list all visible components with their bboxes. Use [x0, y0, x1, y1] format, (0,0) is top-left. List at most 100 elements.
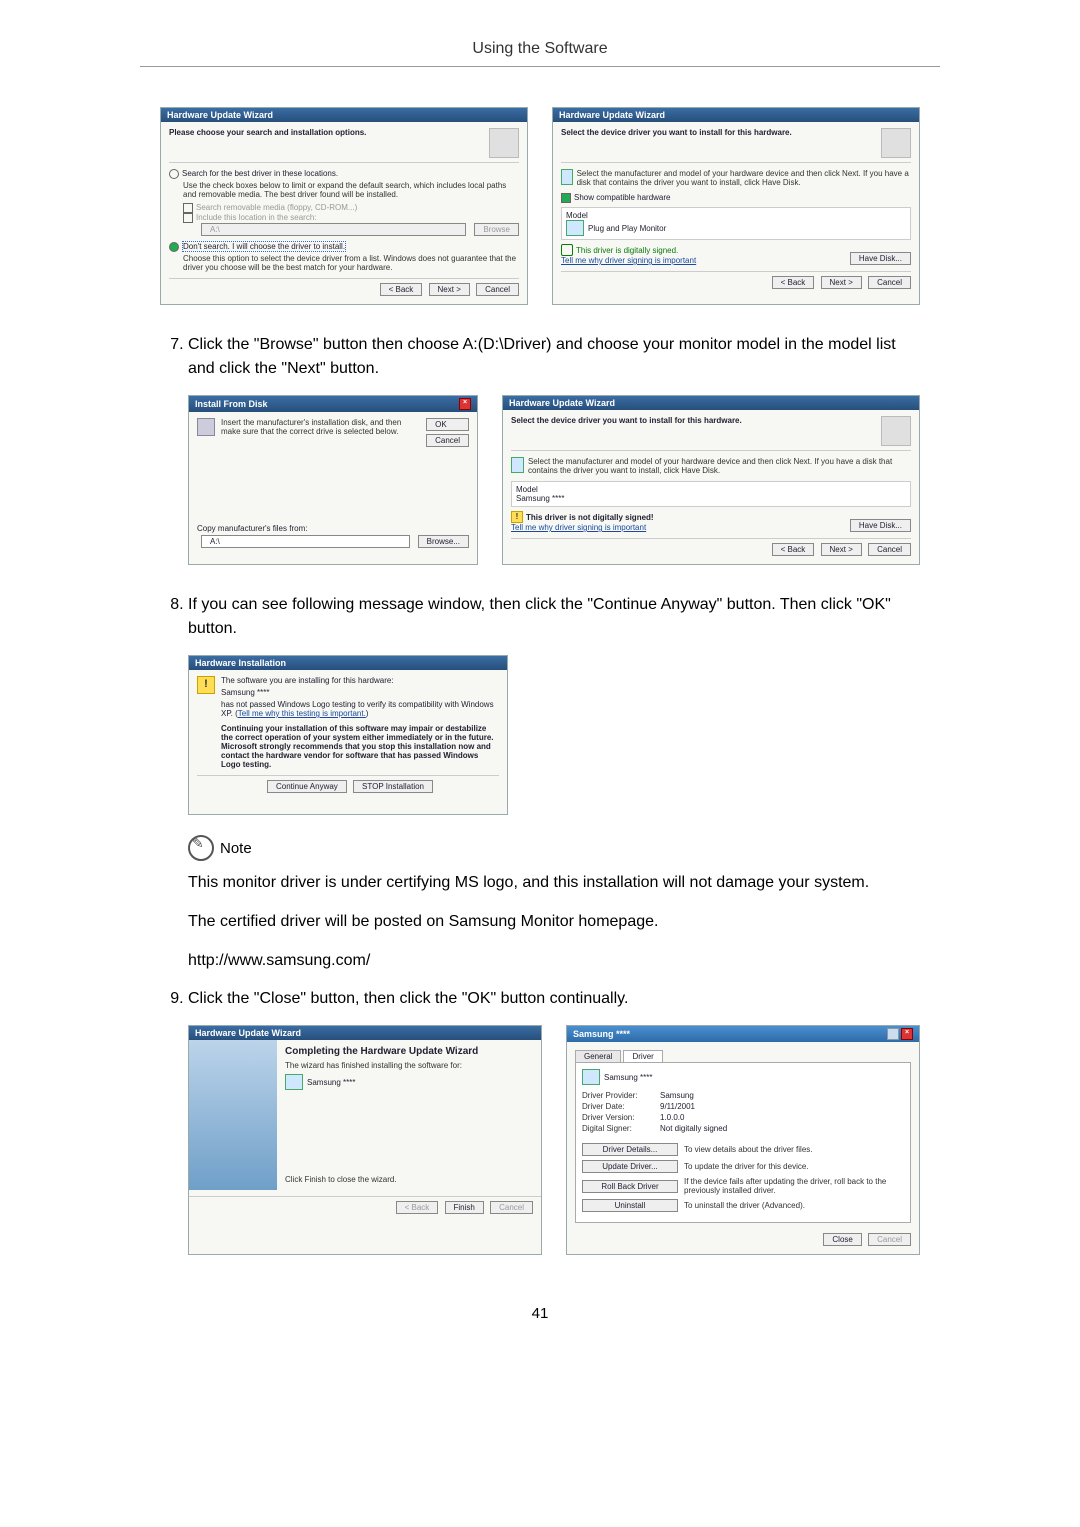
window-title: Hardware Update Wizard	[195, 1028, 301, 1038]
testing-important-link[interactable]: Tell me why this testing is important.	[238, 709, 366, 718]
window-title: Hardware Installation	[195, 658, 286, 668]
back-button[interactable]: < Back	[772, 276, 815, 289]
version-key: Driver Version:	[582, 1113, 660, 1122]
continue-anyway-button[interactable]: Continue Anyway	[267, 780, 347, 793]
wizard-banner	[189, 1040, 277, 1190]
cancel-button: Cancel	[490, 1201, 533, 1214]
hardware-installation-dialog: Hardware Installation ! The software you…	[188, 655, 508, 815]
wizard-search-options: Hardware Update Wizard Please choose you…	[160, 107, 528, 305]
help-icon[interactable]	[887, 1028, 899, 1040]
wizard-desc: The wizard has finished installing the s…	[285, 1061, 533, 1070]
radio-search-best[interactable]	[169, 169, 179, 179]
window-title: Hardware Update Wizard	[167, 110, 273, 120]
close-icon[interactable]: ×	[459, 398, 471, 410]
update-driver-button[interactable]: Update Driver...	[582, 1160, 678, 1173]
model-value[interactable]: Samsung ****	[516, 494, 906, 503]
browse-button[interactable]: Browse...	[418, 535, 469, 548]
dialog-desc: Insert the manufacturer's installation d…	[221, 418, 416, 447]
titlebar: Hardware Update Wizard	[189, 1026, 541, 1040]
tab-general[interactable]: General	[575, 1050, 621, 1062]
radio-label: Don't search. I will choose the driver t…	[182, 241, 346, 252]
model-header: Model	[566, 211, 906, 220]
hwinst-line3b: )	[366, 709, 369, 718]
ok-button[interactable]: OK	[426, 418, 469, 431]
check-label: Search removable media (floppy, CD-ROM..…	[196, 203, 357, 212]
step-9: Click the "Close" button, then click the…	[188, 987, 920, 1011]
header-rule	[140, 66, 940, 67]
step-8: If you can see following message window,…	[188, 593, 920, 641]
back-button[interactable]: < Back	[772, 543, 815, 556]
rollback-driver-button[interactable]: Roll Back Driver	[582, 1180, 678, 1193]
tab-driver[interactable]: Driver	[623, 1050, 662, 1062]
cancel-button[interactable]: Cancel	[868, 543, 911, 556]
check-include-location	[183, 213, 193, 223]
next-button[interactable]: Next >	[821, 543, 862, 556]
next-button[interactable]: Next >	[821, 276, 862, 289]
browse-button: Browse	[474, 223, 519, 236]
disk-icon	[197, 418, 215, 436]
warning-icon: !	[511, 511, 523, 523]
wizard-heading: Select the device driver you want to ins…	[511, 416, 742, 425]
monitor-icon	[511, 457, 524, 473]
signer-val: Not digitally signed	[660, 1124, 727, 1133]
driver-properties-dialog: Samsung **** × General Driver Samsun	[566, 1025, 920, 1255]
why-signing-link[interactable]: Tell me why driver signing is important	[561, 256, 696, 265]
unsigned-text: This driver is not digitally signed!	[526, 513, 654, 522]
next-button[interactable]: Next >	[429, 283, 470, 296]
close-button[interactable]: Close	[823, 1233, 861, 1246]
page-number: 41	[0, 1305, 1080, 1322]
path-combo: A:\	[201, 223, 466, 236]
signed-icon	[561, 244, 573, 256]
warning-icon: !	[197, 676, 215, 694]
finish-hint: Click Finish to close the wizard.	[285, 1175, 533, 1184]
monitor-icon	[566, 220, 584, 236]
copy-from-label: Copy manufacturer's files from:	[197, 524, 469, 533]
cancel-button: Cancel	[868, 1233, 911, 1246]
btn-desc: To uninstall the driver (Advanced).	[684, 1201, 904, 1210]
wizard-heading: Select the device driver you want to ins…	[561, 128, 792, 137]
close-icon[interactable]: ×	[901, 1028, 913, 1040]
check-show-compatible[interactable]	[561, 193, 571, 203]
wizard-select-driver-unsigned: Hardware Update Wizard Select the device…	[502, 395, 920, 565]
hwinst-device: Samsung ****	[221, 688, 499, 697]
model-value[interactable]: Plug and Play Monitor	[588, 224, 666, 233]
titlebar: Hardware Update Wizard	[503, 396, 919, 410]
cancel-button[interactable]: Cancel	[426, 434, 469, 447]
signer-key: Digital Signer:	[582, 1124, 660, 1133]
option-desc: Use the check boxes below to limit or ex…	[183, 181, 519, 199]
window-title: Install From Disk	[195, 399, 268, 409]
path-combo[interactable]: A:\	[201, 535, 410, 548]
window-title: Hardware Update Wizard	[559, 110, 665, 120]
step-7: Click the "Browse" button then choose A:…	[188, 333, 920, 381]
check-label: Include this location in the search:	[196, 213, 317, 222]
back-button[interactable]: < Back	[380, 283, 423, 296]
have-disk-button[interactable]: Have Disk...	[850, 252, 911, 265]
why-signing-link[interactable]: Tell me why driver signing is important	[511, 523, 654, 532]
page-header: Using the Software	[0, 40, 1080, 58]
cancel-button[interactable]: Cancel	[868, 276, 911, 289]
cancel-button[interactable]: Cancel	[476, 283, 519, 296]
radio-dont-search[interactable]	[169, 242, 179, 252]
finish-button[interactable]: Finish	[445, 1201, 484, 1214]
radio-label: Search for the best driver in these loca…	[182, 169, 338, 178]
device-name: Samsung ****	[307, 1078, 355, 1087]
uninstall-button[interactable]: Uninstall	[582, 1199, 678, 1212]
have-disk-button[interactable]: Have Disk...	[850, 519, 911, 532]
titlebar: Hardware Update Wizard	[553, 108, 919, 122]
wizard-icon	[881, 416, 911, 446]
provider-key: Driver Provider:	[582, 1091, 660, 1100]
note-icon	[188, 835, 214, 861]
monitor-icon	[561, 169, 573, 185]
window-title: Samsung ****	[573, 1029, 630, 1039]
titlebar: Samsung **** ×	[567, 1026, 919, 1042]
monitor-icon	[582, 1069, 600, 1085]
note-p2: The certified driver will be posted on S…	[188, 910, 920, 935]
driver-details-button[interactable]: Driver Details...	[582, 1143, 678, 1156]
device-name: Samsung ****	[604, 1073, 652, 1082]
wizard-icon	[489, 128, 519, 158]
wizard-heading: Completing the Hardware Update Wizard	[285, 1046, 533, 1057]
note-p1: This monitor driver is under certifying …	[188, 871, 920, 896]
wizard-icon	[881, 128, 911, 158]
hwinst-bold: Continuing your installation of this sof…	[221, 724, 494, 769]
stop-installation-button[interactable]: STOP Installation	[353, 780, 433, 793]
